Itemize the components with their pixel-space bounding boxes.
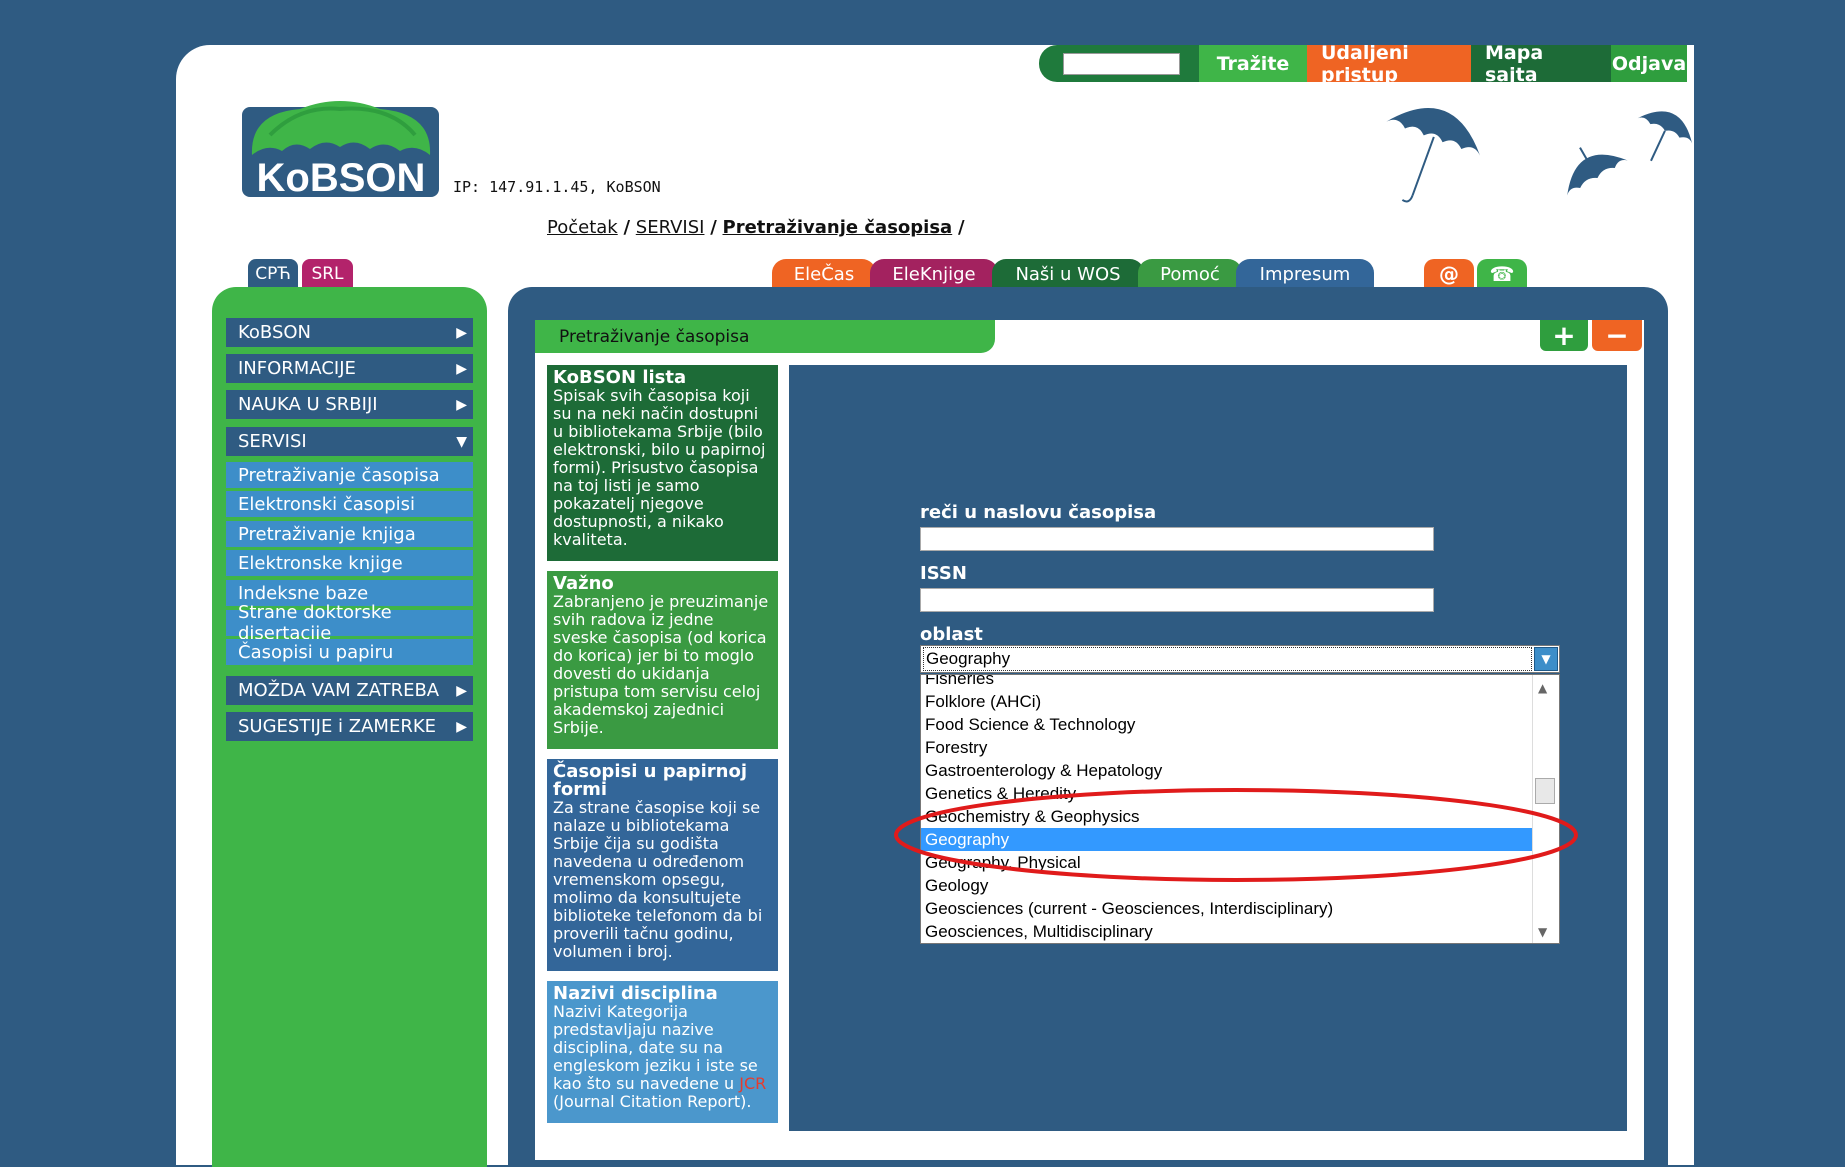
info-box-title: Nazivi disciplina [553,983,718,1004]
breadcrumb-separator: / [957,217,965,238]
tab-pomoc[interactable]: Pomoć [1138,259,1242,289]
sidebar-subitem-casopisi-u-papiru[interactable]: Časopisi u papiru [226,639,473,665]
sidebar-subitem-pretrazivanje-knjiga[interactable]: Pretraživanje knjiga [226,521,473,547]
expand-button[interactable]: + [1540,319,1588,352]
issn-label: ISSN [920,563,967,584]
arrow-right-icon: ▶ [456,324,467,341]
arrow-right-icon: ▶ [456,396,467,413]
dropdown-scrollbar[interactable]: ▲ ▼ [1532,675,1559,943]
info-box-nazivi-disciplina: Nazivi disciplina Nazivi Kategorija pred… [547,981,778,1123]
sidebar-item-mozda-vam-zatreba[interactable]: MOŽDA VAM ZATREBA ▶ [226,676,473,705]
dropdown-option[interactable]: Food Science & Technology [921,713,1532,736]
sidebar-item-label: KoBSON [238,322,312,343]
area-label: oblast [920,624,983,645]
sidebar-subitem-elektronski-casopisi[interactable]: Elektronski časopisi [226,491,473,517]
info-box-text: Spisak svih časopisa koji su na neki nač… [553,386,766,549]
sidebar-item-informacije[interactable]: INFORMACIJE ▶ [226,354,473,383]
dropdown-option[interactable]: Geology [921,874,1532,897]
info-box-title: KoBSON lista [553,367,687,388]
top-search-input[interactable] [1063,52,1180,75]
main-nav-tabs: EleČas EleKnjige Naši u WOS Pomoć Impres… [772,259,1374,289]
search-button[interactable]: Tražite [1199,45,1307,82]
info-box-text-main: Nazivi Kategorija predstavljaju nazive d… [553,1002,758,1093]
sidebar-item-label: SUGESTIJE i ZAMERKE [238,716,437,737]
jcr-link[interactable]: JCR [739,1074,766,1093]
sidebar-subitem-strane-doktorske-disertacije[interactable]: Strane doktorske disertacije [226,602,473,644]
lang-latin-tab[interactable]: SRL [302,259,353,288]
dropdown-option[interactable]: Genetics & Heredity [921,782,1532,805]
sidebar-item-label: SERVISI [238,431,307,452]
info-box-text: Za strane časopise koji se nalaze u bibl… [553,798,763,961]
sidebar-item-kobson[interactable]: KoBSON ▶ [226,318,473,347]
phone-icon[interactable]: ☎ [1477,259,1527,289]
info-box-title: Časopisi u papirnoj formi [553,761,748,800]
top-search-segment [1039,45,1199,82]
lang-cyrillic-tab[interactable]: СРЋ [248,259,298,288]
sidebar-item-sugestije-i-zamerke[interactable]: SUGESTIJE i ZAMERKE ▶ [226,712,473,741]
breadcrumb-separator: / [623,217,631,238]
umbrellas-decoration-icon [1386,108,1693,203]
sidebar-item-label: NAUKA U SRBIJI [238,394,378,415]
info-box-kobson-lista: KoBSON lista Spisak svih časopisa koji s… [547,365,778,561]
breadcrumb-separator: / [710,217,717,238]
title-words-label: reči u naslovu časopisa [920,502,1157,523]
dropdown-option[interactable]: Geosciences (current - Geosciences, Inte… [921,897,1532,920]
dropdown-option[interactable]: Forestry [921,736,1532,759]
sidebar-item-label: MOŽDA VAM ZATREBA [238,680,440,701]
sidebar-subitem-pretrazivanje-casopisa[interactable]: Pretraživanje časopisa [226,462,473,488]
scrollbar-thumb[interactable] [1535,778,1555,804]
dropdown-option[interactable]: Geochemistry & Geophysics [921,805,1532,828]
title-words-input[interactable] [920,527,1434,551]
breadcrumb-services[interactable]: SERVISI [636,217,705,238]
tab-impresum[interactable]: Impresum [1236,259,1374,289]
dropdown-option[interactable]: Folklore (AHCi) [921,690,1532,713]
sitemap-link[interactable]: Mapa sajta [1471,42,1611,86]
logout-link[interactable]: Odjava [1611,45,1687,82]
info-box-title: Važno [553,573,614,594]
tab-nasi-u-wos[interactable]: Naši u WOS [992,259,1144,289]
sidebar-item-servisi[interactable]: SERVISI ▼ [226,427,473,456]
logo-text: KoBSON [257,156,426,199]
area-select[interactable]: Geography ▼ [920,645,1560,673]
arrow-right-icon: ▶ [456,718,467,735]
tab-elecas[interactable]: EleČas [772,259,876,289]
chevron-down-icon[interactable]: ▼ [1534,647,1558,671]
dropdown-options: Fisheries Folklore (AHCi) Food Science & T… [921,675,1532,943]
dropdown-option[interactable]: Geography, Physical [921,851,1532,874]
area-dropdown-list[interactable]: Fisheries Folklore (AHCi) Food Science & T… [920,674,1560,944]
scroll-down-icon[interactable]: ▼ [1538,925,1547,939]
arrow-right-icon: ▶ [456,360,467,377]
dropdown-option[interactable]: Geography [921,828,1532,851]
sidebar-item-nauka-u-srbiji[interactable]: NAUKA U SRBIJI ▶ [226,390,473,419]
mail-icon[interactable]: @ [1424,259,1474,289]
collapse-button[interactable]: − [1592,319,1642,352]
dropdown-option[interactable]: Gastroenterology & Hepatology [921,759,1532,782]
info-box-casopisi-u-papirnoj-formi: Časopisi u papirnoj formi Za strane časo… [547,759,778,971]
sidebar-item-label: INFORMACIJE [238,358,356,379]
breadcrumb-current[interactable]: Pretraživanje časopisa [723,217,953,238]
sidebar-subitem-elektronske-knjige[interactable]: Elektronske knjige [226,550,473,576]
info-box-text-after: (Journal Citation Report). [553,1092,752,1111]
area-select-value: Geography [923,647,1532,671]
issn-input[interactable] [920,588,1434,612]
kobson-logo[interactable]: KoBSON [240,95,441,199]
remote-access-link[interactable]: Udaljeni pristup [1307,42,1471,86]
breadcrumb: Početak / SERVISI / Pretraživanje časopi… [547,217,965,238]
section-title: Pretraživanje časopisa [535,320,995,353]
scroll-up-icon[interactable]: ▲ [1538,681,1547,695]
info-box-text: Zabranjeno je preuzimanje svih radova iz… [553,592,769,737]
top-utility-bar: Tražite Udaljeni pristup Mapa sajta Odja… [1039,42,1687,86]
breadcrumb-home[interactable]: Početak [547,217,618,238]
arrow-down-icon: ▼ [456,433,467,450]
tab-eleknjige[interactable]: EleKnjige [870,259,998,289]
arrow-right-icon: ▶ [456,682,467,699]
ip-address: IP: 147.91.1.45, KoBSON [453,178,661,196]
dropdown-option[interactable]: Geosciences, Multidisciplinary [921,920,1532,943]
info-box-vazno: Važno Zabranjeno je preuzimanje svih rad… [547,571,778,749]
dropdown-option[interactable]: Fisheries [921,675,1532,690]
info-box-text: Nazivi Kategorija predstavljaju nazive d… [553,1003,772,1111]
